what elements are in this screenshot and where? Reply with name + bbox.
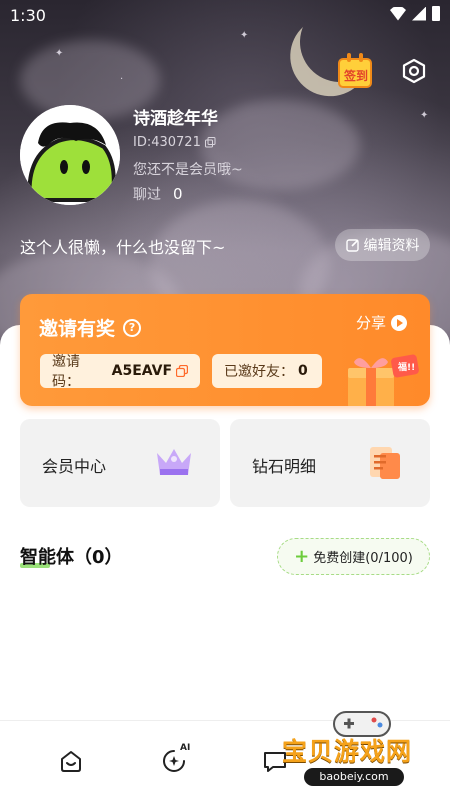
- user-bio: 这个人很懒，什么也没留下~: [20, 238, 226, 257]
- user-id[interactable]: ID:430721: [133, 135, 216, 150]
- avatar[interactable]: [20, 105, 120, 205]
- gift-box-icon: 福!!: [342, 352, 422, 406]
- help-icon[interactable]: ?: [123, 318, 142, 337]
- invited-friends-value: 0: [298, 363, 308, 379]
- user-id-text: ID:430721: [133, 135, 201, 150]
- invite-title: 邀请有奖 ?: [39, 314, 142, 341]
- settings-icon: [402, 58, 426, 84]
- play-icon: [391, 314, 408, 331]
- chat-count: 聊过 0: [133, 184, 183, 204]
- ledger-icon: [370, 447, 400, 479]
- share-button[interactable]: 分享: [356, 312, 408, 333]
- invite-code-label: 邀请码：: [52, 354, 80, 390]
- vip-center-card[interactable]: 会员中心: [20, 419, 220, 507]
- status-bar: 1:30: [0, 0, 450, 32]
- signin-label: 签到: [343, 69, 368, 83]
- diamond-detail-card[interactable]: 钻石明细: [230, 419, 430, 507]
- invited-friends-label: 已邀好友：: [224, 364, 294, 380]
- share-label: 分享: [356, 314, 387, 332]
- agents-section-title: 智能体（0）: [20, 547, 123, 568]
- watermark-url: baobeiy.com: [304, 768, 404, 786]
- gift-tag: 福!!: [398, 363, 416, 373]
- settings-button[interactable]: [399, 56, 429, 86]
- crown-icon: [157, 449, 191, 475]
- status-time: 1:30: [10, 6, 46, 25]
- star-decoration: ·: [120, 74, 124, 85]
- copy-icon: [176, 365, 188, 377]
- edit-profile-label: 编辑资料: [363, 238, 420, 254]
- chat-count-value: 0: [173, 185, 183, 203]
- ai-badge: AI: [180, 743, 191, 753]
- edit-profile-button[interactable]: 编辑资料: [335, 229, 430, 261]
- wifi-icon: [390, 6, 406, 21]
- signal-icon: [412, 6, 426, 21]
- invite-code-pill[interactable]: 邀请码： A5EAVF: [40, 354, 200, 390]
- user-name: 诗酒趁年华: [133, 109, 218, 129]
- chat-count-label: 聊过: [133, 187, 161, 203]
- nav-home[interactable]: [57, 747, 85, 775]
- daily-signin-button[interactable]: 签到: [336, 52, 376, 92]
- vip-status[interactable]: 您还不是会员哦~: [133, 159, 243, 179]
- vip-center-label: 会员中心: [42, 457, 107, 476]
- watermark: 宝贝游戏网 baobeiy.com: [280, 706, 450, 796]
- copy-icon[interactable]: [204, 137, 216, 148]
- battery-icon: [432, 6, 440, 21]
- create-agent-label: 免费创建(0/100): [313, 551, 413, 566]
- invite-code-value: A5EAVF: [111, 363, 173, 379]
- watermark-title: 宝贝游戏网: [282, 737, 413, 766]
- avatar-image: [20, 105, 120, 205]
- edit-icon: [345, 239, 359, 252]
- invited-friends-pill: 已邀好友： 0: [212, 354, 322, 388]
- home-icon: [61, 751, 81, 772]
- plus-icon: +: [294, 546, 310, 567]
- star-decoration: ✦: [420, 110, 429, 121]
- nav-ai-create[interactable]: AI: [160, 743, 190, 775]
- diamond-detail-label: 钻石明细: [252, 457, 317, 476]
- star-decoration: ✦: [55, 48, 64, 59]
- invite-card: 邀请有奖 ? 分享 邀请码： A5EAVF 已邀好友： 0 福!!: [20, 294, 430, 406]
- invite-title-text: 邀请有奖: [39, 318, 116, 340]
- create-agent-button[interactable]: + 免费创建(0/100): [277, 538, 430, 575]
